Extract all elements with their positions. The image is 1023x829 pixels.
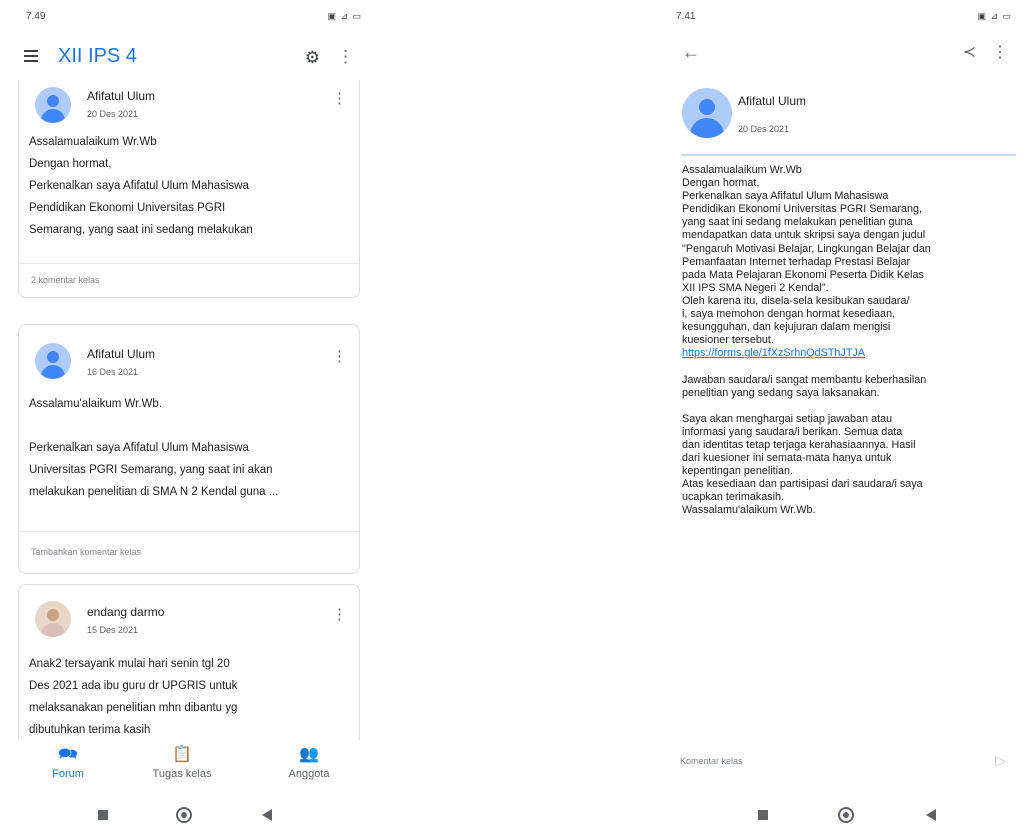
more-vert-icon[interactable]: ⋮ [337,48,354,65]
menu-icon[interactable] [24,50,38,62]
post-menu-icon[interactable]: ⋮ [332,89,347,107]
post-body-text: Assalamualaikum Wr.Wb Dengan hormat, Per… [682,164,931,347]
post-author: Afifatul Ulum [87,89,156,103]
post-menu-icon[interactable]: ⋮ [332,605,347,623]
back-icon[interactable] [262,809,272,821]
post-card[interactable]: Afifatul Ulum 16 Des 2021 ⋮ Assalamu'ala… [18,324,360,574]
post-date: 20 Des 2021 [87,109,139,119]
recents-icon[interactable] [758,810,768,820]
back-icon[interactable] [926,809,936,821]
status-time: 7.41 [676,10,696,22]
divider [682,154,1016,156]
nav-label: Anggota [288,768,330,780]
nav-anggota[interactable]: 👥 Anggota [274,746,344,780]
post-card[interactable]: Afifatul Ulum 20 Des 2021 ⋮ Assalamualai… [18,80,360,298]
share-icon[interactable]: ≺ [963,42,976,62]
app-bar: XII IPS 4 ⚙ ⋮ [18,42,370,74]
avatar [35,343,71,379]
avatar [682,88,732,138]
post-body-text-2: Jawaban saudara/i sangat membantu keberh… [682,373,927,517]
send-icon[interactable]: ▷ [995,752,1006,769]
post-date: 15 Des 2021 [87,625,139,635]
status-bar: 7.41 ▣ ⊿ ▭ [676,8,1012,24]
post-menu-icon[interactable]: ⋮ [332,347,347,365]
nav-label: Forum [52,768,84,780]
post-author: Afifatul Ulum [87,347,156,361]
stream-feed[interactable]: Afifatul Ulum 20 Des 2021 ⋮ Assalamualai… [18,80,370,740]
nav-forum[interactable]: 🗪 Forum [38,746,98,780]
home-icon[interactable] [176,807,192,823]
status-icons: ▣ ⊿ ▭ [327,10,362,21]
avatar [35,601,71,637]
status-bar: 7.49 ▣ ⊿ ▭ [26,8,362,24]
home-icon[interactable] [838,807,854,823]
system-navigation [18,807,370,823]
post-body: Assalamu'alaikum Wr.Wb. Perkenalkan saya… [29,398,279,498]
nav-label: Tugas kelas [152,768,212,780]
post-body: Assalamualaikum Wr.Wb Dengan hormat, Per… [682,164,1016,518]
bottom-navigation: 🗪 Forum 📋 Tugas kelas 👥 Anggota [18,746,370,790]
add-class-comment-link[interactable]: Tambahkan komentar kelas [19,531,359,572]
people-icon: 👥 [299,746,319,763]
recents-icon[interactable] [98,810,108,820]
class-comment-input[interactable]: Komentar kelas [680,756,743,766]
post-card[interactable]: endang darmo 15 Des 2021 ⋮ Anak2 tersaya… [18,584,360,740]
post-body: Assalamualaikum Wr.Wb Dengan hormat, Per… [29,136,253,236]
status-icons: ▣ ⊿ ▭ [977,10,1012,21]
form-link[interactable]: https://forms.gle/1fXzSrhnQdSThJTJA [682,347,865,359]
post-body: Anak2 tersayank mulai hari senin tgl 20 … [29,658,238,736]
assignment-icon: 📋 [172,746,192,763]
nav-tugas-kelas[interactable]: 📋 Tugas kelas [142,746,222,780]
post-author: endang darmo [87,605,165,619]
post-author: Afifatul Ulum [738,94,807,108]
gear-icon[interactable]: ⚙ [305,48,320,68]
post-detail-screen: 7.41 ▣ ⊿ ▭ ← ≺ ⋮ Afifatul Ulum 20 Des 20… [668,0,1020,829]
post-date: 20 Des 2021 [738,124,790,134]
back-arrow-icon[interactable]: ← [682,42,700,63]
status-time: 7.49 [26,10,46,22]
post-date: 16 Des 2021 [87,367,139,377]
class-title: XII IPS 4 [58,45,137,67]
forum-icon: 🗪 [58,746,78,763]
system-navigation [668,807,1020,823]
more-vert-icon[interactable]: ⋮ [992,42,1008,62]
stream-screen: 7.49 ▣ ⊿ ▭ XII IPS 4 ⚙ ⋮ Afifatul Ulum 2… [18,0,370,829]
post-comments-link[interactable]: 2 komentar kelas [19,263,359,296]
avatar [35,87,71,123]
